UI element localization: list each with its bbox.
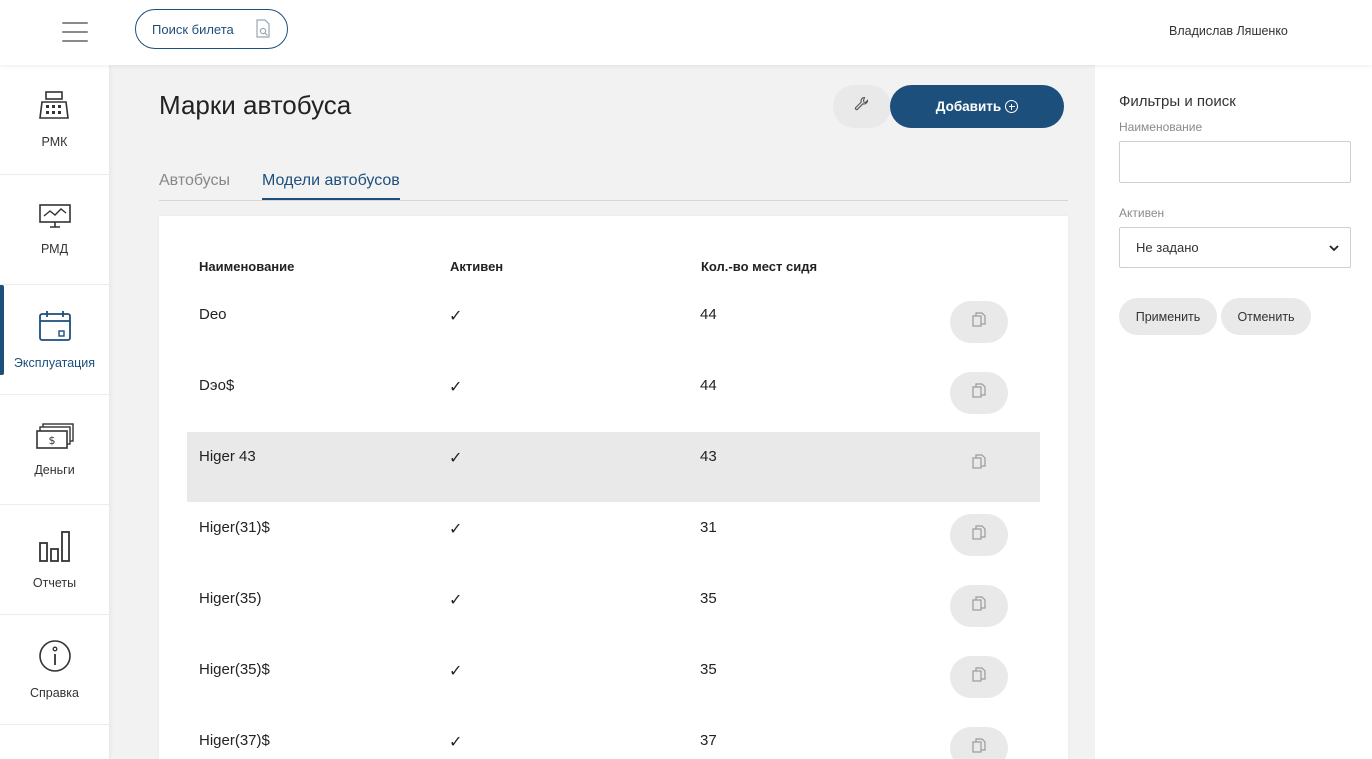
sidebar-item-label: Деньги: [34, 463, 75, 477]
name-filter-label: Наименование: [1119, 120, 1203, 134]
copy-icon: [972, 666, 986, 688]
money-icon: $: [35, 422, 75, 455]
row-seats: 44: [700, 377, 717, 394]
sidebar-item-rmk[interactable]: РМК: [0, 65, 109, 175]
filter-panel-title: Фильтры и поиск: [1119, 93, 1236, 110]
ticket-search-button[interactable]: Поиск билета: [135, 9, 288, 49]
sidebar-item-money[interactable]: $ Деньги: [0, 395, 109, 505]
row-seats: 31: [700, 519, 717, 536]
top-bar: Поиск билета Владислав Ляшенко: [0, 0, 1372, 65]
settings-button[interactable]: [833, 85, 891, 128]
apply-button[interactable]: Применить: [1119, 298, 1217, 335]
add-button[interactable]: Добавить: [890, 85, 1064, 128]
row-seats: 43: [700, 448, 717, 465]
copy-icon: [972, 311, 986, 333]
sidebar-item-operations[interactable]: Эксплуатация: [0, 285, 109, 395]
copy-button[interactable]: [950, 585, 1008, 627]
active-checkmark: ✓: [449, 379, 463, 396]
row-seats: 35: [700, 590, 717, 607]
row-name: Higer 43: [199, 448, 256, 465]
copy-button[interactable]: [950, 443, 1008, 485]
sidebar-item-help[interactable]: Справка: [0, 615, 109, 725]
sidebar-item-label: Справка: [29, 686, 80, 700]
column-header-active: Активен: [450, 259, 504, 274]
row-seats: 37: [700, 732, 717, 749]
tab-bar: Автобусы Модели автобусов: [159, 168, 1068, 201]
copy-icon: [972, 382, 986, 404]
copy-button[interactable]: [950, 372, 1008, 414]
row-name: Higer(37)$: [199, 732, 270, 749]
sidebar-item-label: РМД: [40, 242, 69, 256]
name-filter-input[interactable]: [1119, 141, 1351, 183]
sidebar-item-rmd[interactable]: РМД: [0, 175, 109, 285]
sidebar-item-label: Отчеты: [32, 576, 77, 590]
tab-bus-models[interactable]: Модели автобусов: [262, 172, 400, 200]
row-seats: 44: [700, 306, 717, 323]
table-row[interactable]: Dэо$ ✓ 44: [187, 361, 1040, 431]
row-seats: 35: [700, 661, 717, 678]
sidebar-item-reports[interactable]: Отчеты: [0, 505, 109, 615]
active-checkmark: ✓: [449, 521, 463, 538]
sidebar-item-label: РМК: [41, 135, 68, 149]
copy-button[interactable]: [950, 514, 1008, 556]
cash-register-icon: [38, 90, 72, 127]
table-row[interactable]: Higer 43 ✓ 43: [187, 432, 1040, 502]
svg-text:$: $: [48, 434, 55, 447]
active-filter-select[interactable]: Не задано: [1119, 227, 1351, 268]
menu-icon[interactable]: [62, 22, 88, 42]
active-filter-value: Не задано: [1136, 240, 1199, 255]
cancel-button[interactable]: Отменить: [1221, 298, 1311, 335]
table-row[interactable]: Higer(35)$ ✓ 35: [187, 645, 1040, 715]
column-header-name: Наименование: [199, 259, 295, 274]
chevron-down-icon: [1328, 242, 1340, 257]
add-button-label: Добавить: [935, 99, 1002, 114]
row-name: Higer(35)$: [199, 661, 270, 678]
copy-icon: [972, 453, 986, 475]
copy-icon: [972, 595, 986, 617]
copy-button[interactable]: [950, 727, 1008, 759]
active-checkmark: ✓: [449, 308, 463, 325]
tab-buses[interactable]: Автобусы: [159, 172, 230, 190]
models-table: Наименование Активен Кол.-во мест сидя D…: [159, 216, 1068, 759]
plus-circle-icon: [1005, 100, 1019, 113]
table-row[interactable]: Deo ✓ 44: [187, 290, 1040, 360]
row-name: Dэо$: [199, 377, 235, 394]
bar-chart-icon: [38, 529, 72, 568]
row-name: Higer(35): [199, 590, 262, 607]
copy-icon: [972, 737, 986, 759]
table-row[interactable]: Higer(31)$ ✓ 31: [187, 503, 1040, 573]
copy-button[interactable]: [950, 301, 1008, 343]
column-header-seats: Кол.-во мест сидя: [701, 259, 818, 274]
document-search-icon: [255, 19, 271, 42]
calendar-icon: [38, 309, 72, 348]
table-row[interactable]: Higer(37)$ ✓ 37: [187, 716, 1040, 759]
info-icon: [38, 639, 72, 678]
copy-button[interactable]: [950, 656, 1008, 698]
active-checkmark: ✓: [449, 663, 463, 680]
copy-icon: [972, 524, 986, 546]
active-checkmark: ✓: [449, 592, 463, 609]
active-checkmark: ✓: [449, 450, 463, 467]
active-filter-label: Активен: [1119, 206, 1165, 220]
table-row[interactable]: Higer(35) ✓ 35: [187, 574, 1040, 644]
monitor-icon: [38, 203, 72, 234]
active-checkmark: ✓: [449, 734, 463, 751]
row-name: Higer(31)$: [199, 519, 270, 536]
user-name[interactable]: Владислав Ляшенко: [1169, 24, 1288, 38]
wrench-icon: [854, 96, 870, 117]
sidebar: РМК РМД Эксплуатация $ Деньги Отчеты Спр…: [0, 65, 109, 759]
filter-panel: Фильтры и поиск Наименование Активен Не …: [1095, 65, 1372, 759]
sidebar-item-label: Эксплуатация: [13, 356, 96, 370]
page-title: Марки автобуса: [159, 90, 352, 120]
row-name: Deo: [199, 306, 227, 323]
ticket-search-label: Поиск билета: [152, 21, 234, 37]
